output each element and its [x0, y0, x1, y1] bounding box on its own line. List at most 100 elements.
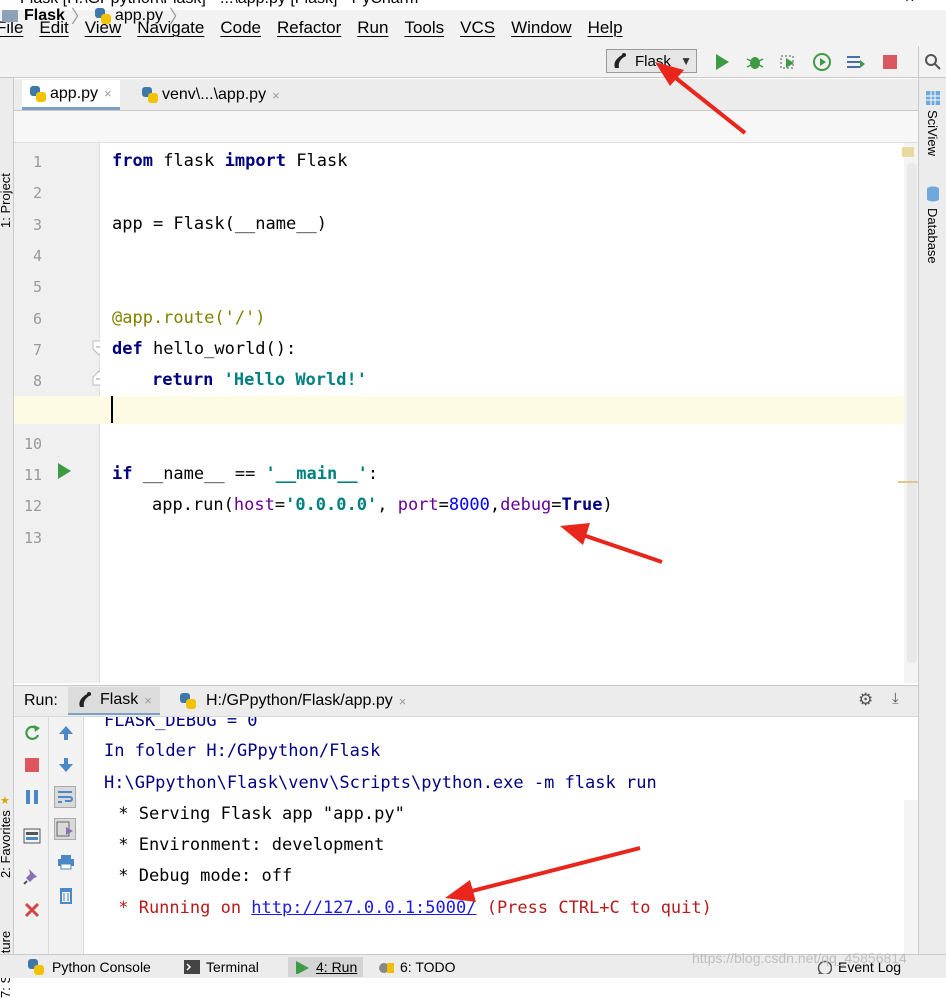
tab-venv-app-py[interactable]: venv\...\app.py × — [134, 80, 288, 110]
close-window-button[interactable]: × — [905, 0, 914, 8]
chevron-right-icon: 〉 — [70, 7, 89, 27]
run-with-coverage-button[interactable] — [778, 52, 798, 72]
console-line: H:\GPpython\Flask\venv\Scripts\python.ex… — [104, 773, 657, 793]
run-tool-button[interactable]: 4: Run — [288, 957, 364, 977]
code-line-8: return 'Hello World!' — [152, 370, 367, 390]
code-line-11: if __name__ == '__main__': — [112, 464, 379, 484]
terminal-button[interactable]: Terminal — [184, 957, 259, 977]
console-line: FLASK_DEBUG = 0 — [104, 717, 258, 731]
favorites-tool-button[interactable]: 2: Favorites — [0, 810, 13, 878]
line-number: 8 — [32, 372, 42, 390]
python-file-icon — [180, 693, 196, 709]
menu-window[interactable]: Window — [511, 18, 571, 38]
sciview-tool-button[interactable]: SciView — [925, 110, 940, 156]
run-toolbar — [14, 717, 84, 954]
search-icon — [924, 54, 941, 70]
scroll-to-end-button[interactable] — [54, 818, 76, 840]
list-run-icon — [847, 56, 865, 68]
tab-app-py[interactable]: app.py × — [22, 80, 120, 110]
stop-button[interactable] — [880, 52, 900, 72]
python-console-button[interactable]: Python Console — [28, 957, 151, 977]
python-icon — [28, 959, 44, 975]
editor-scrollbar[interactable] — [898, 143, 918, 683]
flask-icon — [614, 53, 626, 68]
console-line: * Debug mode: off — [108, 866, 293, 886]
console-scrollbar[interactable] — [904, 800, 918, 954]
pause-icon — [26, 790, 38, 804]
scroll-up-button[interactable] — [55, 722, 77, 744]
close-tab-icon[interactable]: × — [272, 88, 280, 103]
code-line-12: app.run(host='0.0.0.0', port=8000,debug=… — [152, 495, 613, 515]
run-gutter-icon[interactable] — [56, 462, 72, 480]
run-console[interactable]: FLASK_DEBUG = 0 In folder H:/GPpython/Fl… — [84, 717, 918, 954]
hide-panel-icon[interactable]: ⤓ — [892, 690, 899, 707]
editor-scroll-thumb[interactable] — [907, 163, 917, 663]
rerun-button[interactable] — [21, 722, 43, 744]
arrow-up-icon — [59, 726, 73, 740]
print-button[interactable] — [55, 851, 77, 873]
scroll-down-button[interactable] — [55, 754, 77, 776]
menu-tools[interactable]: Tools — [404, 18, 444, 38]
close-tab-icon[interactable]: × — [104, 86, 112, 101]
rerun-icon — [25, 725, 40, 740]
inspection-indicator[interactable] — [902, 147, 914, 157]
watermark: https://blog.csdn.net/qq_45856814 — [692, 950, 907, 966]
line-number: 3 — [32, 216, 42, 234]
gear-icon[interactable]: ⚙ — [858, 690, 873, 710]
database-tool-button[interactable]: Database — [925, 208, 940, 264]
close-run-button[interactable] — [21, 899, 43, 921]
menu-vcs[interactable]: VCS — [460, 18, 495, 38]
soft-wrap-button[interactable] — [54, 786, 76, 808]
python-file-icon — [142, 87, 158, 103]
line-number: 5 — [32, 278, 42, 296]
todo-button[interactable]: 6: TODO — [378, 957, 456, 977]
run-tab-flask[interactable]: Flask × — [68, 687, 160, 715]
search-everywhere-button[interactable] — [918, 46, 946, 78]
play-icon — [716, 54, 729, 70]
chevron-down-icon: ▼ — [680, 54, 692, 68]
stop-icon — [883, 55, 897, 69]
menu-run[interactable]: Run — [357, 18, 388, 38]
line-number: 4 — [32, 247, 42, 265]
close-tab-icon[interactable]: × — [399, 694, 407, 709]
layout-button[interactable] — [21, 825, 43, 847]
menu-help[interactable]: Help — [588, 18, 623, 38]
pin-icon — [23, 869, 37, 885]
clear-all-button[interactable] — [55, 884, 77, 906]
close-icon — [24, 902, 40, 918]
close-tab-icon[interactable]: × — [144, 693, 152, 708]
profiler-icon — [813, 53, 831, 71]
run-label: Run: — [24, 692, 58, 709]
right-tool-strip: SciView Database — [918, 78, 946, 954]
stop-button[interactable] — [21, 754, 43, 776]
run-tab-app-py[interactable]: H:/GPpython/Flask/app.py × — [180, 687, 406, 715]
run-configuration-select[interactable]: Flask ▼ — [606, 49, 697, 73]
tab-label: venv\...\app.py — [162, 86, 267, 103]
pin-tab-button[interactable] — [21, 865, 43, 887]
trash-icon — [60, 888, 72, 904]
line-number: 13 — [23, 529, 42, 547]
error-stripe-mark[interactable] — [898, 481, 918, 483]
menu-refactor[interactable]: Refactor — [277, 18, 341, 38]
server-url-link[interactable]: http://127.0.0.1:5000/ — [251, 898, 476, 918]
code-line-3: app = Flask(__name__) — [112, 214, 327, 234]
profile-button[interactable] — [812, 52, 832, 72]
editor-breadcrumb-strip — [14, 111, 918, 143]
star-icon: ★ — [0, 795, 10, 807]
concurrency-diagram-button[interactable] — [846, 52, 866, 72]
code-line-6: @app.route('/') — [112, 308, 266, 328]
debug-button[interactable] — [745, 52, 765, 72]
console-line: * Environment: development — [108, 835, 385, 855]
breadcrumb-project[interactable]: Flask — [24, 7, 65, 25]
run-configuration-label: Flask — [635, 52, 671, 70]
run-button[interactable] — [712, 52, 732, 72]
flask-icon — [79, 692, 91, 707]
project-tool-button[interactable]: 1: Project — [0, 173, 13, 228]
menu-code[interactable]: Code — [220, 18, 261, 38]
line-number: 12 — [23, 497, 42, 515]
line-number: 7 — [32, 341, 42, 359]
breadcrumb-file[interactable]: app.py — [115, 7, 163, 25]
breadcrumb: Flask 〉 app.py 〉 — [2, 4, 193, 28]
todo-icon — [379, 963, 394, 973]
pause-button[interactable] — [21, 786, 43, 808]
